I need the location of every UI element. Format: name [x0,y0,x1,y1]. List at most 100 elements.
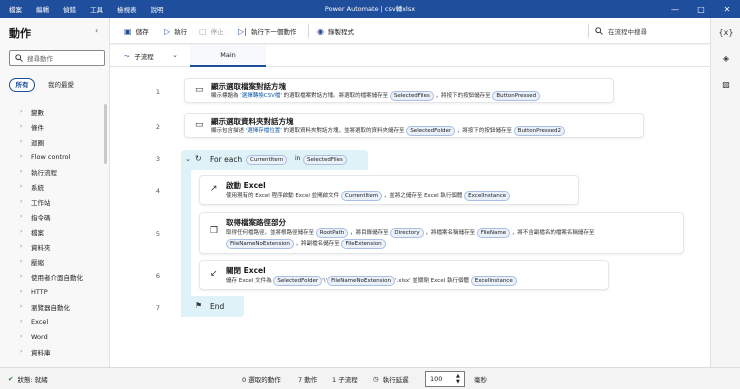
check-circle-icon: ✔ [8,375,14,383]
menu-tools[interactable]: 工具 [90,4,103,14]
category-excel[interactable]: › Excel [0,314,105,329]
toolbar-divider [588,24,589,38]
maximize-button[interactable]: □ [688,0,714,18]
action-description: 取得任何檔路徑，並將根路徑儲存至 RootPath ，將目錄儲存至 Direct… [226,228,595,238]
menu-edit[interactable]: 編輯 [36,4,49,14]
action-title: 關閉 Excel [226,266,266,275]
tab-main[interactable]: Main [190,45,266,67]
menu-file[interactable]: 檔案 [9,4,22,14]
variable-token[interactable]: RootPath [315,228,349,238]
chevron-right-icon: › [20,138,23,145]
variable-token[interactable]: Directory [390,228,424,238]
variable-token[interactable]: SelectedFolder [406,126,456,136]
variables-icon[interactable]: {x} [711,28,740,37]
category-workstation[interactable]: › 工作站 [0,194,105,209]
menu-bar: 檔案 編輯 偵錯 工具 檢視表 說明 [9,0,164,18]
stop-icon: □ [199,26,207,36]
category-database[interactable]: › 資料庫 [0,344,105,359]
save-button[interactable]: ▣ 儲存 [124,18,149,44]
category-browser-automation[interactable]: › 瀏覽器自動化 [0,299,105,314]
action-title: 啟動 Excel [226,181,266,190]
images-icon[interactable]: ▨ [711,80,740,89]
category-scripting[interactable]: › 指令碼 [0,209,105,224]
tab-favorites[interactable]: 我的最愛 [41,78,81,92]
variable-token[interactable]: FileNameNoExtension [226,239,294,249]
subflow-bar: ⤳ 子流程 ⌄ Main [110,45,710,67]
menu-help[interactable]: 說明 [151,4,164,14]
close-arrow-icon: ↙ [210,269,218,279]
action-description: 使用現有的 Excel 程序啟動 Excel 並開啟文件 CurrentItem… [226,191,511,202]
chevron-right-icon: › [20,303,23,310]
variable-token[interactable]: ExcelInstance [470,276,517,286]
category-ui-automation[interactable]: › 使用者介面自動化 [0,269,105,284]
action-count: 7 動作 [298,376,318,384]
chevron-right-icon: › [20,348,23,355]
variable-token[interactable]: SelectedFiles [389,91,434,101]
right-side-pane: {x} ◈ ▨ [710,18,740,367]
category-http[interactable]: › HTTP [0,284,105,299]
variable-token[interactable]: SelectedFiles [303,155,347,165]
title-bar: 檔案 編輯 偵錯 工具 檢視表 說明 Power Automate | csv轉… [0,0,740,18]
chevron-right-icon: › [20,258,23,265]
ui-elements-icon[interactable]: ◈ [711,54,740,63]
run-next-action-button[interactable]: ▷| 執行下一個動作 [238,18,296,44]
action-description-line-2: FileNameNoExtension ，將副檔名儲存至 FileExtensi… [226,239,386,250]
menu-debug[interactable]: 偵錯 [63,4,76,14]
end-label: End [210,302,225,311]
variable-token[interactable]: SelectedFolder [273,276,323,286]
subflow-count: 1 子流程 [332,376,358,384]
variable-token[interactable]: FileExtension [341,239,386,249]
flow-search-input[interactable]: 在流程中搜尋 [595,23,705,39]
line-number: 6 [155,272,160,280]
category-variables[interactable]: › 變數 [0,104,105,119]
variable-token[interactable]: ButtonPressed2 [513,126,565,136]
action-description: 顯示標題為 '選擇轉換CSV檔' 的選取檔案對話方塊。將選取的檔案儲存至 Sel… [211,91,541,102]
delay-stepper[interactable]: ▲ ▼ [456,368,460,389]
play-icon: ▷ [164,26,171,36]
category-loops[interactable]: › 迴圈 [0,134,105,149]
subflows-dropdown[interactable]: ⤳ 子流程 [124,45,154,67]
category-system[interactable]: › 系統 [0,179,105,194]
actions-search-placeholder: 搜尋動作 [27,55,53,63]
category-word[interactable]: › Word [0,329,105,344]
actions-scrollbar[interactable] [104,104,107,164]
chevron-right-icon: › [20,108,23,115]
end-block[interactable]: ⚑ End [181,296,244,317]
category-file[interactable]: › 檔案 [0,224,105,239]
chevron-right-icon: › [20,168,23,175]
category-flow-control[interactable]: › Flow control [0,149,105,164]
variable-token[interactable]: ButtonPressed [492,91,541,101]
action-card-close-excel[interactable]: ↙ 關閉 Excel 儲存 Excel 文件為 SelectedFolder '\… [199,260,609,290]
menu-view[interactable]: 檢視表 [117,4,137,14]
variable-token[interactable]: CurrentItem [246,155,288,165]
category-run-flow[interactable]: › 執行流程 [0,164,105,179]
action-card-select-folder[interactable]: ▭ 顯示選取資料夾對話方塊 顯示包含描述 '選擇存檔位置' 的選取資料夾對話方塊… [184,113,644,138]
for-each-header[interactable]: ⌄ ↻ For each CurrentItem in SelectedFile… [181,150,368,170]
run-button[interactable]: ▷ 執行 [164,18,187,44]
stop-button[interactable]: □ 停止 [199,18,224,44]
actions-search-input[interactable]: 搜尋動作 [9,50,105,66]
chevron-right-icon: › [20,333,23,340]
action-title: 取得檔案路徑部分 [226,218,286,227]
variable-token[interactable]: CurrentItem [340,191,383,201]
record-button[interactable]: ◉ 錄製程式 [317,18,354,44]
variable-token[interactable]: ExcelInstance [464,191,511,201]
action-card-get-path-part[interactable]: ❐ 取得檔案路徑部分 取得任何檔路徑，並將根路徑儲存至 RootPath ，將目… [199,212,684,254]
chevron-down-icon[interactable]: ▼ [456,379,460,385]
line-number: 7 [155,304,160,312]
tab-all[interactable]: 所有 [9,78,35,92]
category-conditionals[interactable]: › 條件 [0,119,105,134]
action-card-launch-excel[interactable]: ↗ 啟動 Excel 使用現有的 Excel 程序啟動 Excel 並開啟文件 … [199,175,579,205]
close-button[interactable]: ✕ [714,0,740,18]
category-folder[interactable]: › 資料夾 [0,239,105,254]
minimize-button[interactable]: — [662,0,688,18]
action-card-select-file[interactable]: ▭ 顯示選取檔案對話方塊 顯示標題為 '選擇轉換CSV檔' 的選取檔案對話方塊。… [184,78,614,103]
chevron-right-icon: › [20,243,23,250]
variable-token[interactable]: FileName [476,228,511,238]
chevron-down-icon[interactable]: ⌄ [172,51,178,59]
collapse-chevron-icon[interactable]: ⌄ [185,155,191,163]
category-compression[interactable]: › 壓縮 [0,254,105,269]
collapse-pane-icon[interactable]: ‹ [95,26,98,35]
variable-token[interactable]: FileNameNoExtension [327,276,395,286]
chevron-right-icon: › [20,123,23,130]
